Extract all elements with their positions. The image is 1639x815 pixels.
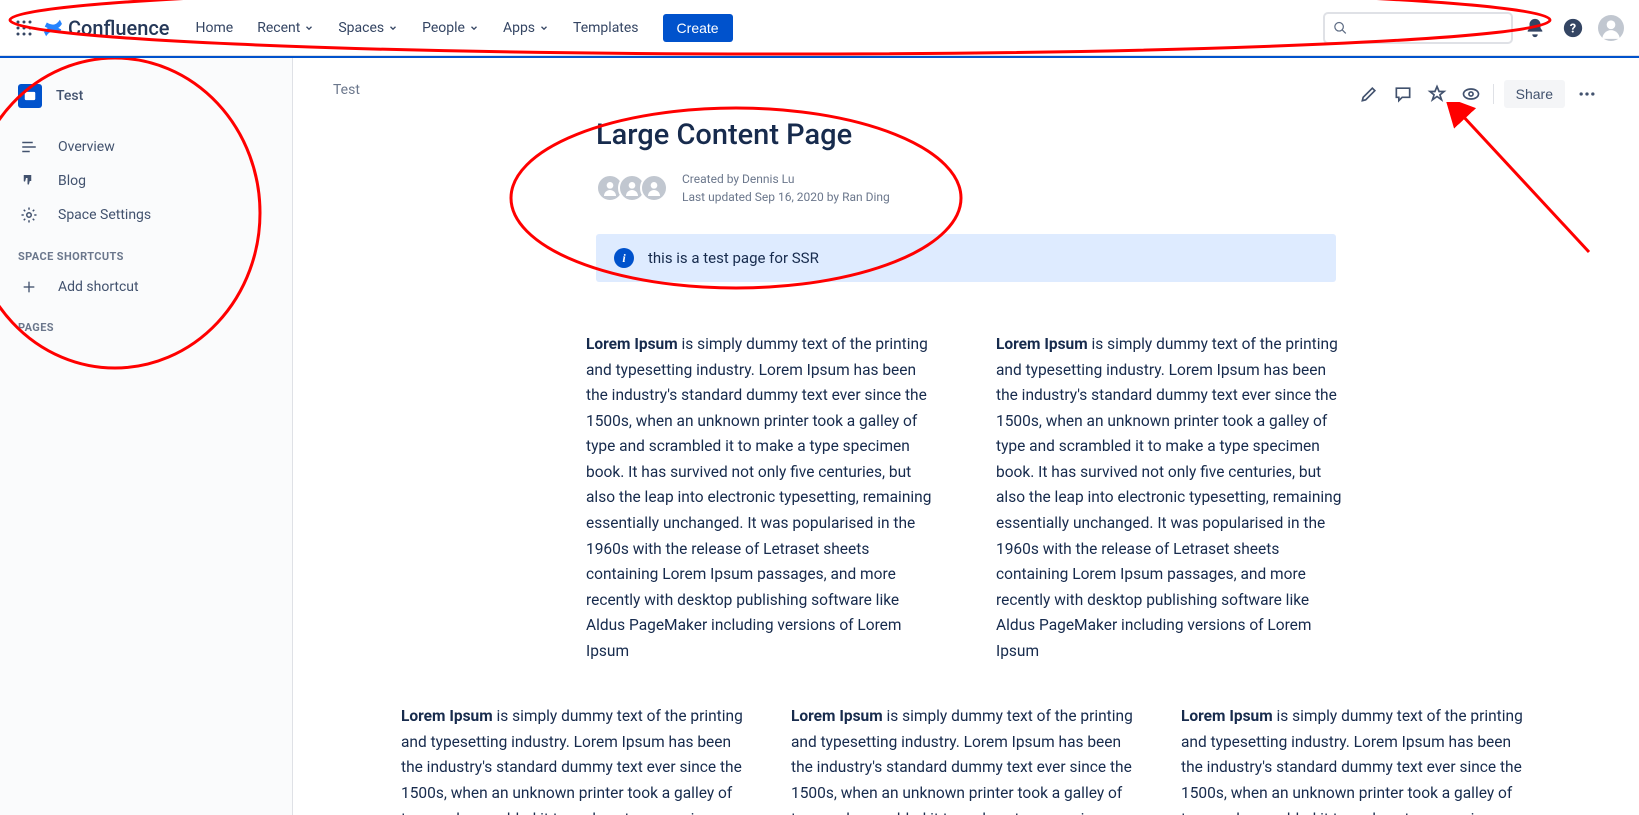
page-actions: Share	[1357, 80, 1599, 108]
lorem-paragraph: Lorem Ipsum is simply dummy text of the …	[401, 704, 751, 815]
nav-item-label: Templates	[573, 20, 639, 36]
nav-item-apps[interactable]: Apps	[493, 14, 559, 42]
nav-item-label: Home	[196, 20, 234, 36]
top-nav: Confluence Home Recent Spaces People Apps Tem…	[0, 0, 1639, 56]
app-switcher-icon[interactable]	[12, 16, 36, 40]
avatar[interactable]	[640, 174, 668, 202]
sidebar-item-label: Blog	[58, 173, 86, 189]
create-button[interactable]: Create	[663, 14, 733, 42]
main-content: Test Share Large Content Page	[293, 58, 1639, 815]
info-panel: i this is a test page for SSR	[596, 234, 1336, 282]
info-panel-text: this is a test page for SSR	[648, 249, 819, 267]
chevron-down-icon	[469, 23, 479, 33]
star-icon[interactable]	[1425, 82, 1449, 106]
more-icon[interactable]	[1575, 82, 1599, 106]
share-button[interactable]: Share	[1504, 80, 1565, 108]
nav-item-spaces[interactable]: Spaces	[328, 14, 408, 42]
chevron-down-icon	[539, 23, 549, 33]
sidebar: Test Overview Blog Space Settings SPACE …	[0, 58, 293, 815]
profile-avatar-icon[interactable]	[1595, 12, 1627, 44]
product-name: Confluence	[68, 16, 170, 40]
two-column-section: Lorem Ipsum is simply dummy text of the …	[516, 332, 1416, 664]
info-icon: i	[614, 248, 634, 268]
edit-icon[interactable]	[1357, 82, 1381, 106]
notifications-icon[interactable]	[1519, 12, 1551, 44]
svg-text:?: ?	[1570, 21, 1576, 36]
plus-icon	[18, 279, 40, 295]
space-icon	[18, 84, 42, 108]
sidebar-heading-shortcuts: SPACE SHORTCUTS	[8, 232, 284, 271]
annotation-arrow-edit	[1439, 102, 1599, 262]
search-icon	[1333, 20, 1348, 36]
sidebar-item-blog[interactable]: Blog	[8, 164, 284, 198]
help-icon[interactable]: ?	[1557, 12, 1589, 44]
sidebar-item-space-settings[interactable]: Space Settings	[8, 198, 284, 232]
overview-icon	[18, 138, 40, 156]
nav-item-label: Apps	[503, 20, 535, 36]
sidebar-item-label: Overview	[58, 139, 115, 155]
contributor-avatars[interactable]	[596, 174, 668, 202]
nav-item-people[interactable]: People	[412, 14, 489, 42]
blog-icon	[18, 172, 40, 190]
last-updated: Last updated Sep 16, 2020 by Ran Ding	[682, 188, 890, 206]
three-column-section: Lorem Ipsum is simply dummy text of the …	[401, 704, 1531, 815]
lorem-paragraph: Lorem Ipsum is simply dummy text of the …	[1181, 704, 1531, 815]
page-title: Large Content Page	[596, 118, 1336, 152]
gear-icon	[18, 206, 40, 224]
lorem-paragraph: Lorem Ipsum is simply dummy text of the …	[586, 332, 936, 664]
space-name: Test	[56, 88, 83, 104]
byline: Created by Dennis Lu Last updated Sep 16…	[596, 170, 1336, 206]
sidebar-item-label: Add shortcut	[58, 279, 139, 295]
sidebar-item-overview[interactable]: Overview	[8, 130, 284, 164]
nav-item-label: Spaces	[338, 20, 384, 36]
sidebar-item-label: Space Settings	[58, 207, 151, 223]
nav-item-label: Recent	[257, 20, 300, 36]
nav-item-recent[interactable]: Recent	[247, 14, 324, 42]
comment-icon[interactable]	[1391, 82, 1415, 106]
confluence-logo-icon	[42, 17, 64, 39]
watch-icon[interactable]	[1459, 82, 1483, 106]
space-header[interactable]: Test	[8, 78, 284, 114]
sidebar-add-shortcut[interactable]: Add shortcut	[8, 271, 284, 303]
nav-item-home[interactable]: Home	[186, 14, 244, 42]
confluence-logo[interactable]: Confluence	[42, 16, 170, 40]
search-input[interactable]	[1348, 20, 1503, 36]
divider	[1493, 84, 1494, 104]
search-box[interactable]	[1323, 12, 1513, 44]
nav-items: Home Recent Spaces People Apps Templates	[186, 14, 649, 42]
chevron-down-icon	[304, 23, 314, 33]
sidebar-heading-pages: PAGES	[8, 303, 284, 342]
nav-item-templates[interactable]: Templates	[563, 14, 649, 42]
lorem-paragraph: Lorem Ipsum is simply dummy text of the …	[996, 332, 1346, 664]
chevron-down-icon	[388, 23, 398, 33]
lorem-paragraph: Lorem Ipsum is simply dummy text of the …	[791, 704, 1141, 815]
created-by: Created by Dennis Lu	[682, 170, 890, 188]
nav-item-label: People	[422, 20, 465, 36]
